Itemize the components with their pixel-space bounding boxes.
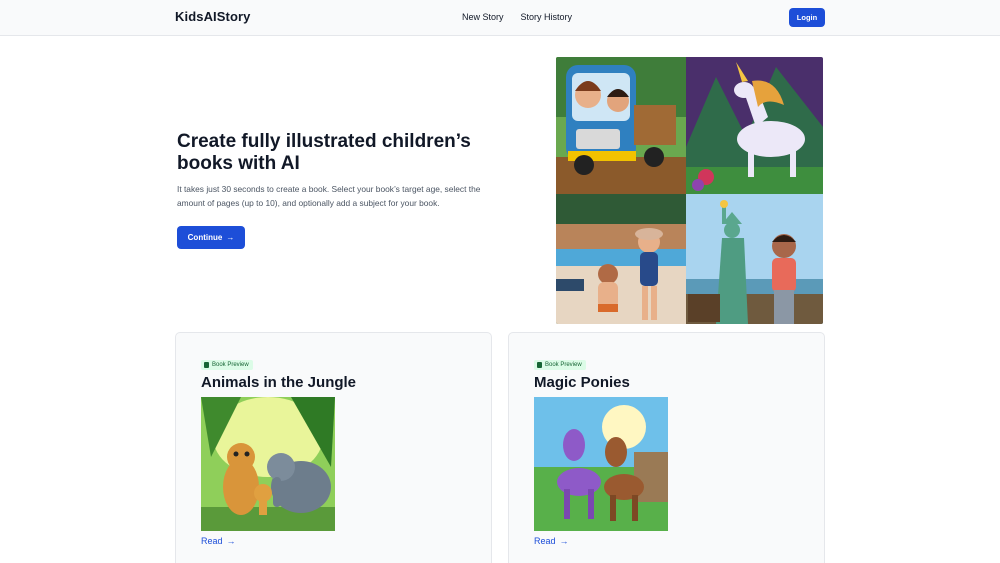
arrow-right-icon: → [226, 233, 235, 242]
book-preview-card: Book Preview Magic Ponies Read → [508, 332, 825, 563]
book-icon [537, 362, 542, 368]
hero-title: Create fully illustrated children’s book… [177, 131, 471, 174]
unicorn-illustration [686, 57, 823, 194]
main-nav: New Story Story History [462, 12, 572, 22]
card-cover-image[interactable] [534, 397, 668, 531]
arrow-right-icon: → [226, 536, 236, 546]
hero-description: It takes just 30 seconds to create a boo… [177, 184, 481, 208]
read-label: Read [534, 536, 556, 546]
badge-label: Book Preview [545, 362, 582, 368]
book-preview-badge: Book Preview [534, 360, 586, 370]
top-nav-bar: KidsAIStory New Story Story History Logi… [0, 0, 1000, 36]
card-title: Animals in the Jungle [201, 374, 357, 391]
pool-kids-illustration [556, 194, 686, 324]
read-link[interactable]: Read → [534, 536, 569, 546]
truck-kids-illustration [556, 57, 686, 194]
login-button[interactable]: Login [789, 8, 825, 27]
brand-logo[interactable]: KidsAIStory [175, 9, 251, 24]
nav-story-history[interactable]: Story History [521, 12, 573, 22]
card-cover-image[interactable] [201, 397, 335, 531]
jungle-animals-illustration [201, 397, 335, 531]
read-link[interactable]: Read → [201, 536, 236, 546]
continue-button[interactable]: Continue → [177, 226, 245, 249]
badge-label: Book Preview [212, 362, 249, 368]
ponies-illustration [534, 397, 668, 531]
book-preview-badge: Book Preview [201, 360, 253, 370]
book-preview-card: Book Preview Animals in the Jungle Read … [175, 332, 492, 563]
arrow-right-icon: → [559, 536, 569, 546]
statue-of-liberty-illustration [686, 194, 823, 324]
continue-label: Continue [187, 233, 223, 242]
hero-illustration-mosaic [556, 57, 823, 324]
card-title: Magic Ponies [534, 374, 630, 391]
book-icon [204, 362, 209, 368]
nav-new-story[interactable]: New Story [462, 12, 504, 22]
read-label: Read [201, 536, 223, 546]
